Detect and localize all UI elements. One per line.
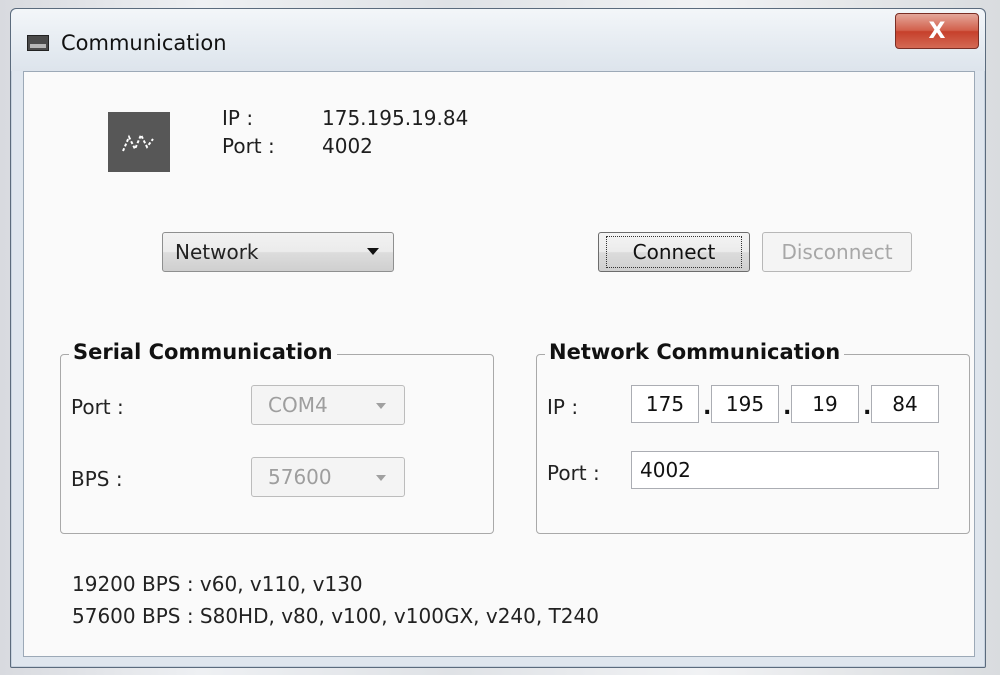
- network-communication-group: Network Communication IP : 175 . 195 . 1…: [536, 340, 970, 534]
- communication-dialog: Communication X IP : 175.195.19.84 Port …: [10, 8, 986, 668]
- serial-bps-label: BPS :: [71, 467, 123, 491]
- window-title: Communication: [61, 31, 227, 55]
- serial-port-select[interactable]: COM4: [251, 385, 405, 425]
- dialog-body: IP : 175.195.19.84 Port : 4002 Network C…: [23, 71, 975, 657]
- close-button[interactable]: X: [895, 13, 979, 49]
- network-group-title: Network Communication: [545, 340, 845, 364]
- bps-note-line-1: 19200 BPS : v60, v110, v130: [72, 572, 363, 596]
- info-port-label: Port :: [222, 134, 275, 158]
- device-logo-icon: [108, 112, 170, 172]
- ip-octet-2-input[interactable]: 195: [711, 385, 779, 423]
- serial-bps-value: 57600: [268, 465, 332, 489]
- ip-octet-1-input[interactable]: 175: [631, 385, 699, 423]
- ip-octet-4-input[interactable]: 84: [871, 385, 939, 423]
- disconnect-button[interactable]: Disconnect: [762, 232, 912, 272]
- connection-mode-value: Network: [175, 240, 259, 264]
- serial-group-title: Serial Communication: [69, 340, 337, 364]
- serial-port-label: Port :: [71, 395, 124, 419]
- serial-port-value: COM4: [268, 393, 328, 417]
- app-icon: [27, 35, 49, 51]
- info-ip-label: IP :: [222, 106, 254, 130]
- title-bar: Communication X: [11, 9, 985, 71]
- info-ip-value: 175.195.19.84: [322, 106, 469, 130]
- chevron-down-icon: [376, 475, 386, 481]
- chevron-down-icon: [367, 248, 379, 255]
- ip-octet-3-input[interactable]: 19: [791, 385, 859, 423]
- serial-communication-group: Serial Communication Port : COM4 BPS : 5…: [60, 340, 494, 534]
- connection-mode-select[interactable]: Network: [162, 232, 394, 272]
- connect-button-label: Connect: [605, 236, 743, 268]
- connect-button[interactable]: Connect: [598, 232, 750, 272]
- serial-bps-select[interactable]: 57600: [251, 457, 405, 497]
- chevron-down-icon: [376, 403, 386, 409]
- network-ip-label: IP :: [547, 395, 579, 419]
- network-port-input[interactable]: 4002: [631, 451, 939, 489]
- bps-note-line-2: 57600 BPS : S80HD, v80, v100, v100GX, v2…: [72, 604, 599, 628]
- info-port-value: 4002: [322, 134, 373, 158]
- network-port-label: Port :: [547, 461, 600, 485]
